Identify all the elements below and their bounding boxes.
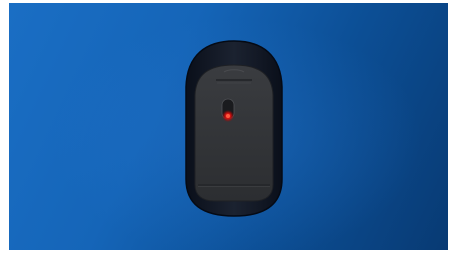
blue-gradient-background — [9, 3, 448, 250]
mouse-base-plate — [194, 64, 274, 202]
mouse-underside-icon — [184, 39, 284, 217]
image-frame — [0, 0, 453, 258]
mouse-graphic — [185, 40, 283, 217]
optical-sensor-core — [226, 114, 230, 118]
